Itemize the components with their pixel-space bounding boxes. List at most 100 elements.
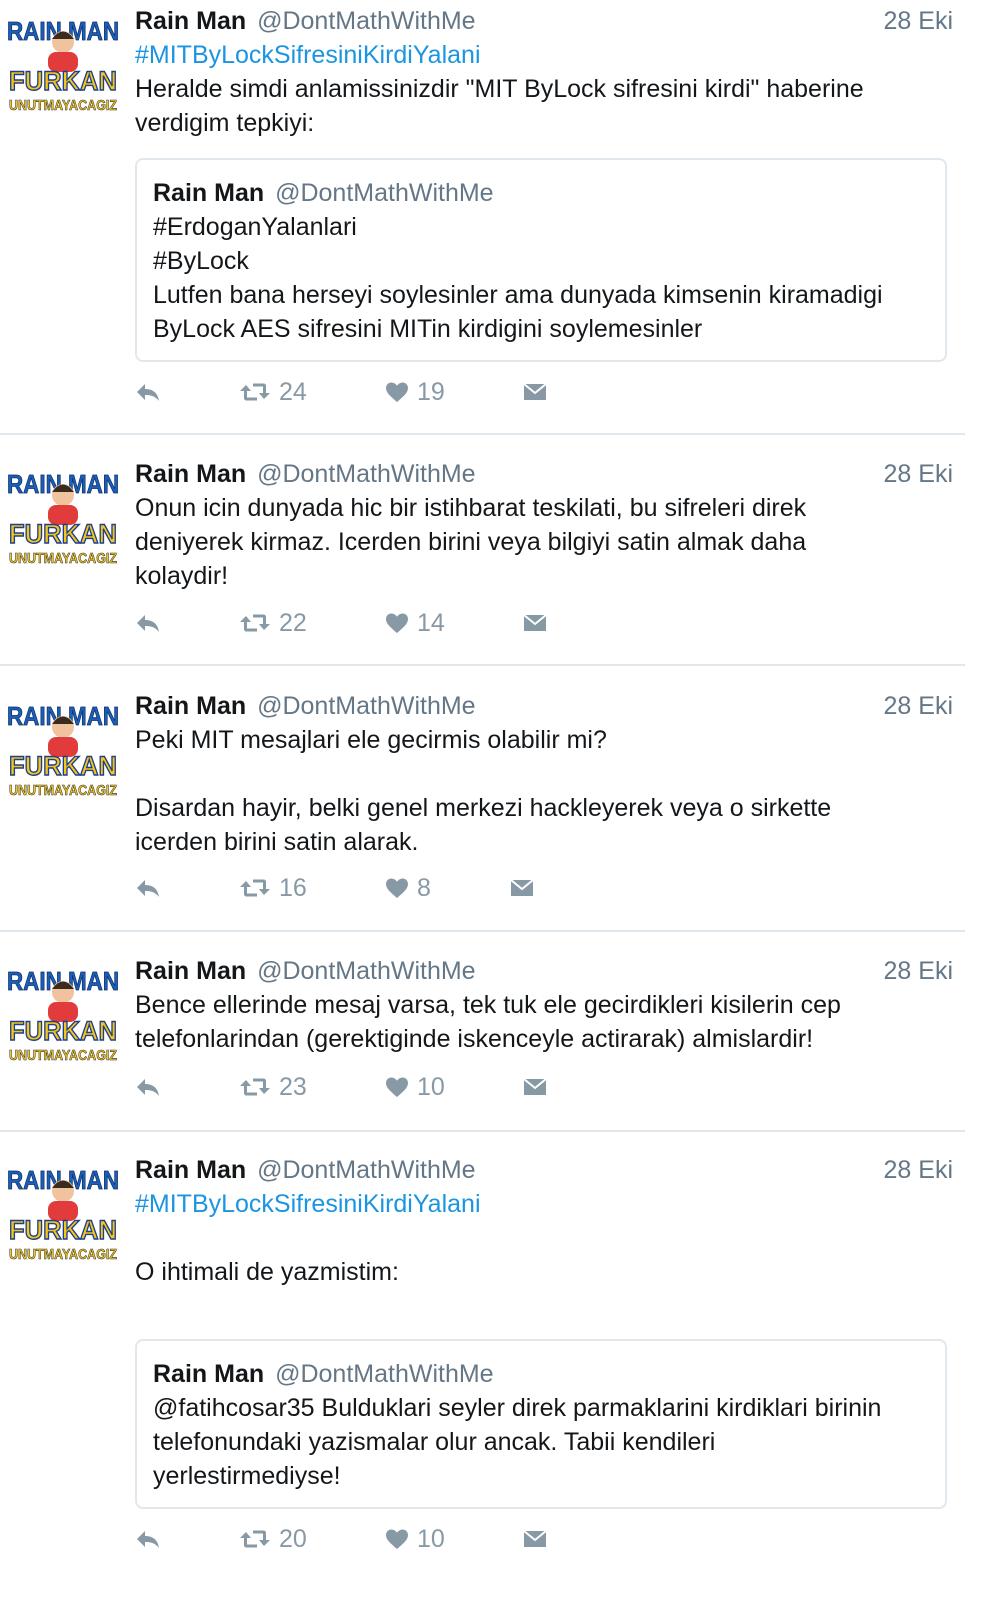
reply-icon: [135, 381, 161, 403]
like-count: 10: [417, 1072, 445, 1101]
heart-icon: [385, 877, 409, 899]
tweet[interactable]: RAIN MAN FURKAN UNUTMAYACAGIZ 28 Eki Rai…: [0, 4, 965, 424]
author-handle[interactable]: @DontMathWithMe: [257, 7, 476, 35]
direct-message-button[interactable]: [510, 870, 534, 906]
reply-button[interactable]: [135, 605, 161, 641]
tweet-text-line: icerden birini satin alarak.: [135, 828, 419, 856]
like-button[interactable]: 10: [385, 1521, 445, 1557]
tweet[interactable]: RAIN MAN FURKAN UNUTMAYACAGIZ 28 Eki Rai…: [0, 954, 965, 1124]
reply-icon: [135, 612, 161, 634]
quoted-tweet[interactable]: Rain Man @DontMathWithMe #ErdoganYalanla…: [135, 158, 947, 362]
quoted-text-line: telefonundaki yazismalar olur ancak. Tab…: [153, 1428, 716, 1456]
like-button[interactable]: 14: [385, 605, 445, 641]
avatar-bottom-text: UNUTMAYACAGIZ: [9, 97, 117, 114]
direct-message-icon: [523, 612, 547, 634]
direct-message-icon: [523, 1076, 547, 1098]
quoted-text-line: #ByLock: [153, 247, 249, 275]
quoted-author-name: Rain Man: [153, 179, 265, 207]
tweet[interactable]: RAIN MAN FURKAN UNUTMAYACAGIZ 28 Eki Rai…: [0, 689, 965, 919]
tweet-divider: [0, 930, 965, 932]
tweet-text-line: kolaydir!: [135, 562, 229, 590]
retweet-button[interactable]: 16: [239, 870, 307, 906]
tweet-text-line: O ihtimali de yazmistim:: [135, 1258, 399, 1286]
quoted-text-line: Lutfen bana herseyi soylesinler ama duny…: [153, 281, 883, 309]
retweet-count: 22: [279, 608, 307, 637]
avatar-middle-text: FURKAN: [9, 751, 117, 781]
tweet-divider: [0, 1130, 965, 1132]
retweet-button[interactable]: 20: [239, 1521, 307, 1557]
direct-message-icon: [523, 1528, 547, 1550]
author-handle[interactable]: @DontMathWithMe: [257, 1156, 476, 1184]
avatar-middle-text: FURKAN: [9, 1215, 117, 1245]
retweet-button[interactable]: 23: [239, 1069, 307, 1105]
like-count: 10: [417, 1524, 445, 1553]
reply-button[interactable]: [135, 1521, 161, 1557]
like-button[interactable]: 8: [385, 870, 431, 906]
heart-icon: [385, 1076, 409, 1098]
retweet-count: 24: [279, 377, 307, 406]
tweet-divider: [0, 664, 965, 666]
tweet-actions: 24 19: [135, 374, 575, 410]
tweet-actions: 16 8: [135, 870, 575, 906]
like-count: 19: [417, 377, 445, 406]
tweet[interactable]: RAIN MAN FURKAN UNUTMAYACAGIZ 28 Eki Rai…: [0, 457, 965, 657]
retweet-icon: [239, 612, 271, 634]
quoted-author-handle: @DontMathWithMe: [275, 1360, 494, 1388]
tweet-text-line: Peki MIT mesajlari ele gecirmis olabilir…: [135, 726, 607, 754]
tweet-text-line: telefonlarindan (gerektiginde iskenceyle…: [135, 1025, 814, 1053]
retweet-button[interactable]: 22: [239, 605, 307, 641]
tweet-text-line: deniyerek kirmaz. Icerden birini veya bi…: [135, 528, 807, 556]
author-name[interactable]: Rain Man: [135, 957, 246, 985]
avatar[interactable]: RAIN MAN FURKAN UNUTMAYACAGIZ: [4, 10, 122, 114]
retweet-icon: [239, 1528, 271, 1550]
avatar-middle-text: FURKAN: [9, 66, 117, 96]
avatar-middle-text: FURKAN: [9, 1016, 117, 1046]
like-button[interactable]: 10: [385, 1069, 445, 1105]
author-name[interactable]: Rain Man: [135, 692, 246, 720]
tweet-actions: 20 10: [135, 1521, 575, 1557]
avatar-bottom-text: UNUTMAYACAGIZ: [9, 1047, 117, 1064]
author-name[interactable]: Rain Man: [135, 7, 246, 35]
retweet-icon: [239, 877, 271, 899]
direct-message-icon: [523, 381, 547, 403]
avatar-bottom-text: UNUTMAYACAGIZ: [9, 550, 117, 567]
retweet-count: 16: [279, 873, 307, 902]
tweet[interactable]: RAIN MAN FURKAN UNUTMAYACAGIZ 28 Eki Rai…: [0, 1153, 965, 1600]
avatar-middle-text: FURKAN: [9, 519, 117, 549]
avatar[interactable]: RAIN MAN FURKAN UNUTMAYACAGIZ: [4, 463, 122, 567]
author-handle[interactable]: @DontMathWithMe: [257, 957, 476, 985]
author-name[interactable]: Rain Man: [135, 1156, 246, 1184]
like-count: 14: [417, 608, 445, 637]
direct-message-button[interactable]: [523, 374, 547, 410]
tweet-text-line: verdigim tepkiyi:: [135, 109, 315, 137]
avatar[interactable]: RAIN MAN FURKAN UNUTMAYACAGIZ: [4, 1159, 122, 1263]
tweet-text-line: Disardan hayir, belki genel merkezi hack…: [135, 794, 832, 822]
direct-message-button[interactable]: [523, 605, 547, 641]
reply-icon: [135, 1076, 161, 1098]
direct-message-button[interactable]: [523, 1521, 547, 1557]
quoted-tweet[interactable]: Rain Man @DontMathWithMe @fatihcosar35 B…: [135, 1339, 947, 1509]
reply-button[interactable]: [135, 374, 161, 410]
hashtag-link[interactable]: #MITByLockSifresiniKirdiYalani: [135, 1187, 965, 1221]
author-handle[interactable]: @DontMathWithMe: [257, 692, 476, 720]
retweet-icon: [239, 1076, 271, 1098]
quoted-author-name: Rain Man: [153, 1360, 265, 1388]
retweet-button[interactable]: 24: [239, 374, 307, 410]
direct-message-button[interactable]: [523, 1069, 547, 1105]
avatar-bottom-text: UNUTMAYACAGIZ: [9, 782, 117, 799]
retweet-count: 20: [279, 1524, 307, 1553]
tweet-actions: 22 14: [135, 605, 575, 641]
like-button[interactable]: 19: [385, 374, 445, 410]
author-name[interactable]: Rain Man: [135, 460, 246, 488]
avatar[interactable]: RAIN MAN FURKAN UNUTMAYACAGIZ: [4, 960, 122, 1064]
tweet-text-line: Bence ellerinde mesaj varsa, tek tuk ele…: [135, 991, 841, 1019]
avatar[interactable]: RAIN MAN FURKAN UNUTMAYACAGIZ: [4, 695, 122, 799]
author-handle[interactable]: @DontMathWithMe: [257, 460, 476, 488]
quoted-author-handle: @DontMathWithMe: [275, 179, 494, 207]
quoted-text-line: ByLock AES sifresini MITin kirdigini soy…: [153, 315, 703, 343]
reply-button[interactable]: [135, 870, 161, 906]
heart-icon: [385, 381, 409, 403]
quoted-text-line: yerlestirmediyse!: [153, 1462, 341, 1490]
hashtag-link[interactable]: #MITByLockSifresiniKirdiYalani: [135, 38, 965, 72]
reply-button[interactable]: [135, 1069, 161, 1105]
